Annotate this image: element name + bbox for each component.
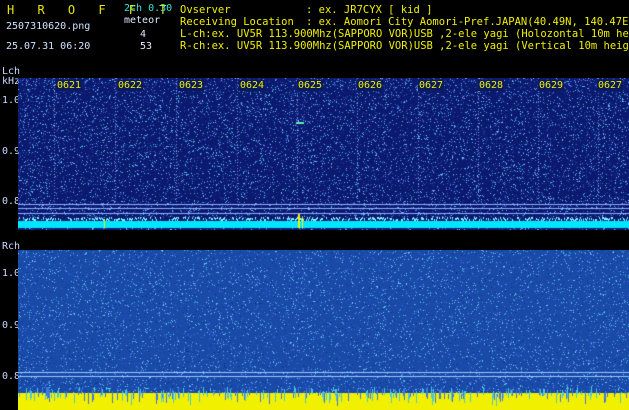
filename: 2507310620.png: [6, 21, 91, 32]
location-value: : ex. Aomori City Aomori-Pref.JAPAN(40.4…: [306, 16, 629, 28]
time-label-1: 0622: [117, 80, 144, 91]
version-label: 2ch 0.30: [124, 3, 173, 14]
time-label-5: 0626: [357, 80, 384, 91]
time-label-4: 0625: [297, 80, 324, 91]
time-label-6: 0627: [418, 80, 445, 91]
meteor-count-lch: 4: [140, 29, 147, 40]
observer-value: : ex. JR7CYX [ kid ]: [306, 4, 433, 16]
rch-info: R-ch:ex. UV5R 113.900Mhz(SAPPORO VOR)USB…: [180, 40, 629, 52]
header: H R O F F T 2ch 0.30 2507310620.png mete…: [0, 0, 629, 62]
rch-canvas: [18, 250, 629, 410]
meteor-label: meteor: [124, 15, 161, 26]
time-label-9: 0627: [597, 80, 624, 91]
timestamp: 25.07.31 06:20: [6, 41, 91, 52]
time-label-3: 0624: [239, 80, 266, 91]
meteor-count-rch: 53: [140, 41, 153, 52]
lch-spectrogram: [18, 78, 629, 230]
lch-canvas: [18, 78, 629, 230]
lch-info: L-ch:ex. UV5R 113.900Mhz(SAPPORO VOR)USB…: [180, 28, 629, 40]
rch-spectrogram: [18, 250, 629, 410]
location-label: Receiving Location: [180, 16, 294, 28]
time-label-8: 0629: [538, 80, 565, 91]
time-label-2: 0623: [178, 80, 205, 91]
time-label-0: 0621: [56, 80, 83, 91]
observer-label: Ovserver: [180, 4, 231, 16]
time-label-7: 0628: [478, 80, 505, 91]
